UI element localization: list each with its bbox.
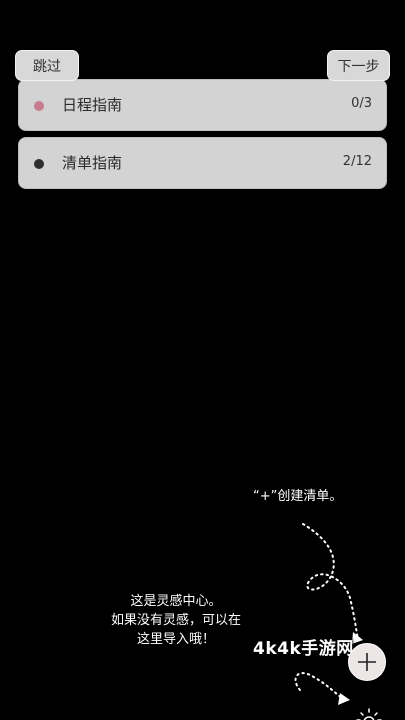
- hint-line: 这是灵感中心。: [130, 594, 222, 609]
- create-hint: “+”创建清单。: [253, 489, 343, 504]
- watermark: 4k4k手游网: [253, 639, 354, 659]
- inspiration-hint: 这是灵感中心。 如果没有灵感，可以在 这里导入哦！: [102, 592, 250, 649]
- sun-icon[interactable]: [356, 706, 382, 720]
- hint-line: 如果没有灵感，可以在: [110, 613, 241, 628]
- hint-line: 这里导入哦！: [136, 632, 215, 647]
- add-button[interactable]: [348, 643, 386, 681]
- plus-icon: [358, 653, 376, 671]
